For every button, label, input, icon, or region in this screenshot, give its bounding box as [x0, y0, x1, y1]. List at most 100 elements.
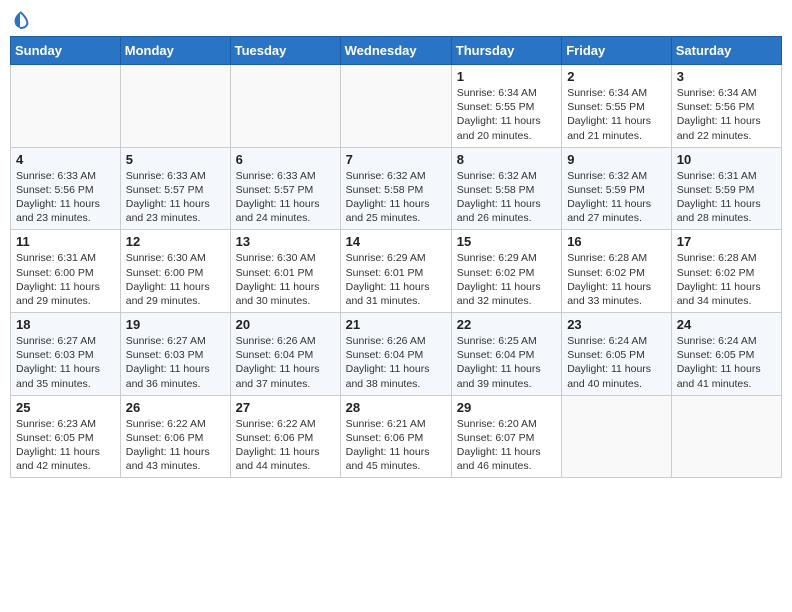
day-cell: 9Sunrise: 6:32 AM Sunset: 5:59 PM Daylig…: [562, 147, 672, 230]
day-number: 26: [126, 400, 225, 415]
day-number: 16: [567, 234, 666, 249]
day-number: 4: [16, 152, 115, 167]
day-info: Sunrise: 6:34 AM Sunset: 5:55 PM Dayligh…: [567, 86, 666, 143]
day-number: 23: [567, 317, 666, 332]
day-cell: 17Sunrise: 6:28 AM Sunset: 6:02 PM Dayli…: [671, 230, 781, 313]
day-info: Sunrise: 6:33 AM Sunset: 5:56 PM Dayligh…: [16, 169, 115, 226]
day-cell: 12 Sunrise: 6:30 AM Sunset: 6:00 PM Dayli…: [120, 230, 230, 313]
day-number: 9: [567, 152, 666, 167]
day-cell: [230, 65, 340, 148]
day-info: Sunrise: 6:25 AM Sunset: 6:04 PM Dayligh…: [457, 334, 556, 391]
day-number: 3: [677, 69, 776, 84]
day-cell: 29 Sunrise: 6:20 AM Sunset: 6:07 PM Dayli…: [451, 395, 561, 478]
day-cell: 1Sunrise: 6:34 AM Sunset: 5:55 PM Daylig…: [451, 65, 561, 148]
day-info: Sunrise: 6:24 AM Sunset: 6:05 PM Dayligh…: [567, 334, 666, 391]
day-cell: 3 Sunrise: 6:34 AM Sunset: 5:56 PM Daylig…: [671, 65, 781, 148]
day-cell: 8 Sunrise: 6:32 AM Sunset: 5:58 PM Daylig…: [451, 147, 561, 230]
day-cell: 27 Sunrise: 6:22 AM Sunset: 6:06 PM Dayli…: [230, 395, 340, 478]
day-number: 14: [346, 234, 446, 249]
day-info: Sunrise: 6:20 AM Sunset: 6:07 PM Dayligh…: [457, 417, 556, 474]
day-number: 11: [16, 234, 115, 249]
day-info: Sunrise: 6:26 AM Sunset: 6:04 PM Dayligh…: [236, 334, 335, 391]
day-header-sunday: Sunday: [11, 37, 121, 65]
day-info: Sunrise: 6:31 AM Sunset: 6:00 PM Dayligh…: [16, 251, 115, 308]
day-header-tuesday: Tuesday: [230, 37, 340, 65]
day-number: 7: [346, 152, 446, 167]
day-number: 19: [126, 317, 225, 332]
day-cell: [671, 395, 781, 478]
day-cell: [340, 65, 451, 148]
day-header-friday: Friday: [562, 37, 672, 65]
day-info: Sunrise: 6:28 AM Sunset: 6:02 PM Dayligh…: [567, 251, 666, 308]
day-cell: 23 Sunrise: 6:24 AM Sunset: 6:05 PM Dayli…: [562, 313, 672, 396]
day-cell: 5 Sunrise: 6:33 AM Sunset: 5:57 PM Daylig…: [120, 147, 230, 230]
day-info: Sunrise: 6:22 AM Sunset: 6:06 PM Dayligh…: [126, 417, 225, 474]
day-cell: 21Sunrise: 6:26 AM Sunset: 6:04 PM Dayli…: [340, 313, 451, 396]
day-number: 22: [457, 317, 556, 332]
day-info: Sunrise: 6:29 AM Sunset: 6:01 PM Dayligh…: [346, 251, 446, 308]
day-cell: [562, 395, 672, 478]
day-cell: 11 Sunrise: 6:31 AM Sunset: 6:00 PM Dayli…: [11, 230, 121, 313]
header: [10, 10, 782, 30]
day-info: Sunrise: 6:33 AM Sunset: 5:57 PM Dayligh…: [236, 169, 335, 226]
day-info: Sunrise: 6:22 AM Sunset: 6:06 PM Dayligh…: [236, 417, 335, 474]
day-number: 10: [677, 152, 776, 167]
day-number: 27: [236, 400, 335, 415]
day-header-thursday: Thursday: [451, 37, 561, 65]
day-number: 25: [16, 400, 115, 415]
header-row: SundayMondayTuesdayWednesdayThursdayFrid…: [11, 37, 782, 65]
day-cell: 4 Sunrise: 6:33 AM Sunset: 5:56 PM Daylig…: [11, 147, 121, 230]
day-cell: 7 Sunrise: 6:32 AM Sunset: 5:58 PM Daylig…: [340, 147, 451, 230]
week-row-0: 1 Sunrise: 6:34 AM Sunset: 5:55 PM Daylig…: [11, 65, 782, 148]
day-number: 1: [457, 69, 556, 84]
day-info: Sunrise: 6:21 AM Sunset: 6:06 PM Dayligh…: [346, 417, 446, 474]
day-cell: 16 Sunrise: 6:28 AM Sunset: 6:02 PM Dayli…: [562, 230, 672, 313]
day-number: 5: [126, 152, 225, 167]
day-number: 13: [236, 234, 335, 249]
day-info: Sunrise: 6:29 AM Sunset: 6:02 PM Dayligh…: [457, 251, 556, 308]
day-header-wednesday: Wednesday: [340, 37, 451, 65]
week-row-3: 18 Sunrise: 6:27 AM Sunset: 6:03 PM Dayli…: [11, 313, 782, 396]
day-cell: 19 Sunrise: 6:27 AM Sunset: 6:03 PM Dayli…: [120, 313, 230, 396]
day-header-monday: Monday: [120, 37, 230, 65]
calendar: SundayMondayTuesdayWednesdayThursdayFrid…: [10, 36, 782, 478]
day-info: Sunrise: 6:24 AM Sunset: 6:05 PM Dayligh…: [677, 334, 776, 391]
day-number: 8: [457, 152, 556, 167]
day-cell: 13 Sunrise: 6:30 AM Sunset: 6:01 PM Dayli…: [230, 230, 340, 313]
day-number: 20: [236, 317, 335, 332]
day-cell: 2 Sunrise: 6:34 AM Sunset: 5:55 PM Daylig…: [562, 65, 672, 148]
day-number: 18: [16, 317, 115, 332]
day-header-saturday: Saturday: [671, 37, 781, 65]
week-row-4: 25Sunrise: 6:23 AM Sunset: 6:05 PM Dayli…: [11, 395, 782, 478]
week-row-1: 4 Sunrise: 6:33 AM Sunset: 5:56 PM Daylig…: [11, 147, 782, 230]
day-number: 24: [677, 317, 776, 332]
day-cell: 26 Sunrise: 6:22 AM Sunset: 6:06 PM Dayli…: [120, 395, 230, 478]
day-cell: 10 Sunrise: 6:31 AM Sunset: 5:59 PM Dayli…: [671, 147, 781, 230]
day-info: Sunrise: 6:33 AM Sunset: 5:57 PM Dayligh…: [126, 169, 225, 226]
day-info: Sunrise: 6:30 AM Sunset: 6:00 PM Dayligh…: [126, 251, 225, 308]
day-number: 2: [567, 69, 666, 84]
day-cell: 24 Sunrise: 6:24 AM Sunset: 6:05 PM Dayli…: [671, 313, 781, 396]
day-info: Sunrise: 6:30 AM Sunset: 6:01 PM Dayligh…: [236, 251, 335, 308]
day-info: Sunrise: 6:32 AM Sunset: 5:58 PM Dayligh…: [457, 169, 556, 226]
day-cell: 6 Sunrise: 6:33 AM Sunset: 5:57 PM Daylig…: [230, 147, 340, 230]
day-number: 6: [236, 152, 335, 167]
day-cell: [11, 65, 121, 148]
day-number: 29: [457, 400, 556, 415]
day-number: 12: [126, 234, 225, 249]
day-number: 21: [346, 317, 446, 332]
week-row-2: 11 Sunrise: 6:31 AM Sunset: 6:00 PM Dayli…: [11, 230, 782, 313]
day-cell: 25Sunrise: 6:23 AM Sunset: 6:05 PM Dayli…: [11, 395, 121, 478]
day-cell: 14 Sunrise: 6:29 AM Sunset: 6:01 PM Dayli…: [340, 230, 451, 313]
day-info: Sunrise: 6:34 AM Sunset: 5:56 PM Dayligh…: [677, 86, 776, 143]
day-cell: 15 Sunrise: 6:29 AM Sunset: 6:02 PM Dayli…: [451, 230, 561, 313]
day-info: Sunrise: 6:27 AM Sunset: 6:03 PM Dayligh…: [126, 334, 225, 391]
day-number: 28: [346, 400, 446, 415]
day-number: 17: [677, 234, 776, 249]
day-cell: 18Sunrise: 6:27 AM Sunset: 6:03 PM Dayli…: [11, 313, 121, 396]
day-info: Sunrise: 6:32 AM Sunset: 5:58 PM Dayligh…: [346, 169, 446, 226]
logo-icon: [10, 10, 30, 30]
day-number: 15: [457, 234, 556, 249]
day-info: Sunrise: 6:31 AM Sunset: 5:59 PM Dayligh…: [677, 169, 776, 226]
day-cell: 22 Sunrise: 6:25 AM Sunset: 6:04 PM Dayli…: [451, 313, 561, 396]
